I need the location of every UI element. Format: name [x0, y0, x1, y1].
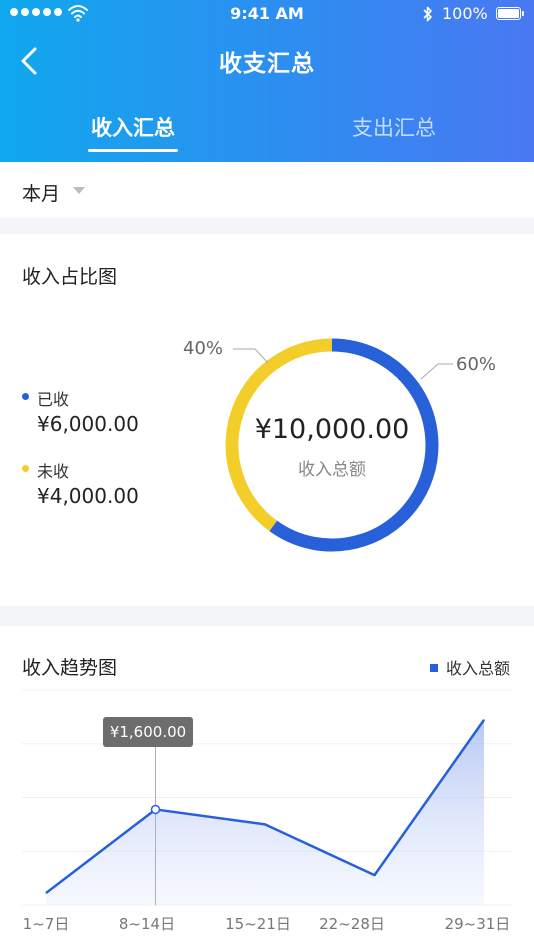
trend-point-0 — [45, 892, 47, 894]
x-tick-label: 1~7日 — [22, 915, 70, 933]
trend-point-2 — [264, 823, 266, 825]
income-trend-chart — [22, 689, 512, 906]
x-tick-label: 22~28日 — [319, 915, 385, 933]
trend-point-1 — [150, 804, 161, 815]
x-tick-label: 29~31日 — [444, 915, 511, 933]
trend-point-4 — [483, 719, 485, 721]
x-tick-label: 8~14日 — [118, 915, 176, 933]
trend-point-3 — [374, 874, 375, 876]
trend-tooltip: ¥1,600.00 — [103, 717, 193, 747]
x-tick-label: 15~21日 — [225, 915, 291, 933]
